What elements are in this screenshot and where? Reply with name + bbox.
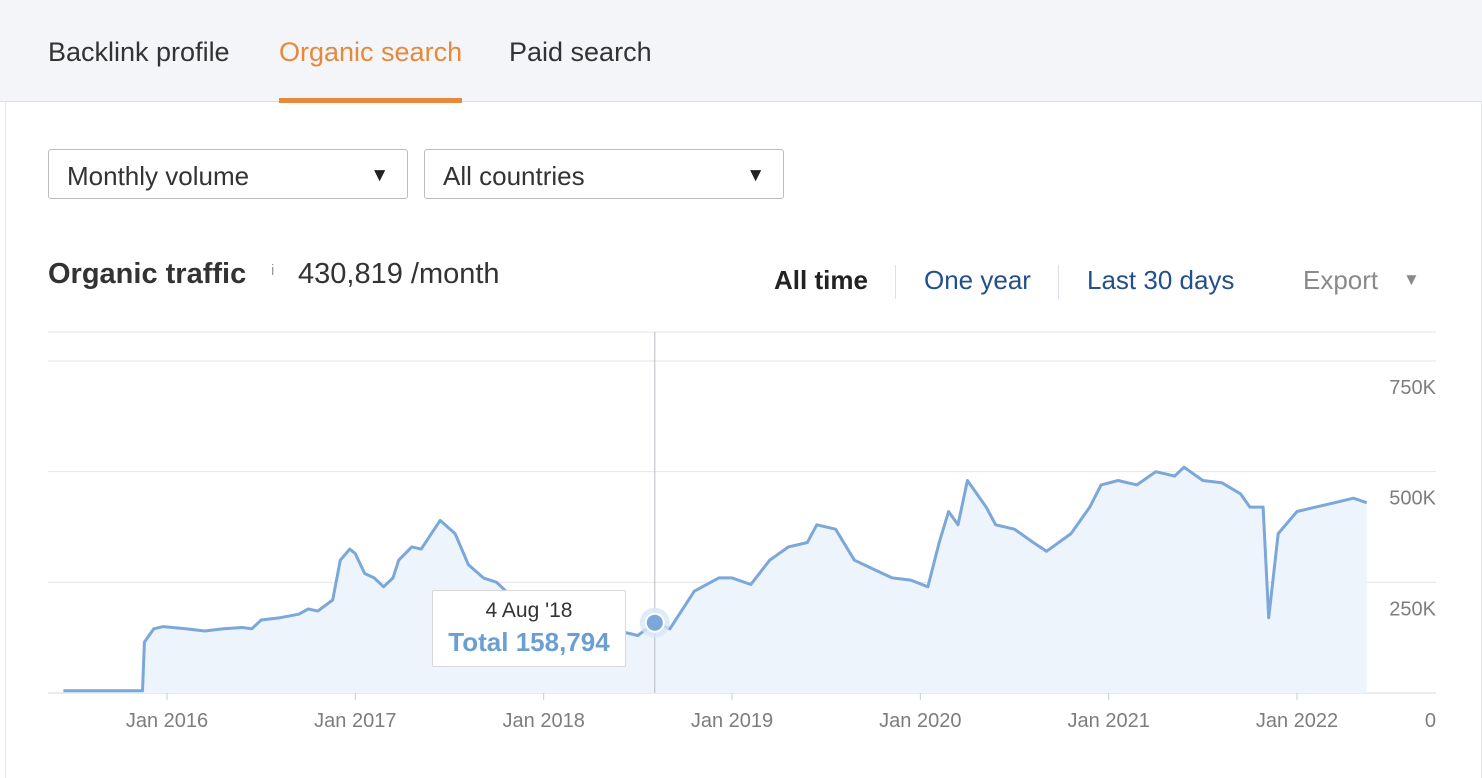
hover-marker xyxy=(644,612,665,633)
x-tick-label: Jan 2020 xyxy=(879,710,961,732)
x-tick-label: Jan 2018 xyxy=(503,710,585,732)
tooltip-date: 4 Aug '18 xyxy=(485,599,573,622)
y-tick-label: 750K xyxy=(1389,377,1436,399)
tooltip-total: Total 158,794 xyxy=(448,627,610,657)
x-tick-label: Jan 2019 xyxy=(691,710,773,732)
traffic-chart: Jan 2016 Jan 2017 Jan 2018 Jan 2019 Jan 2020… xyxy=(48,331,1437,732)
x-tick-label: Jan 2017 xyxy=(314,710,396,732)
chart-tooltip: 4 Aug '18 Total 158,794 xyxy=(432,590,626,667)
x-tick-label: Jan 2016 xyxy=(126,710,208,732)
y-tick-label: 250K xyxy=(1389,598,1436,620)
y-tick-label: 0 xyxy=(1425,710,1436,732)
x-tick-label: Jan 2022 xyxy=(1256,710,1338,732)
y-tick-label: 500K xyxy=(1389,488,1436,510)
x-tick-label: Jan 2021 xyxy=(1068,710,1150,732)
